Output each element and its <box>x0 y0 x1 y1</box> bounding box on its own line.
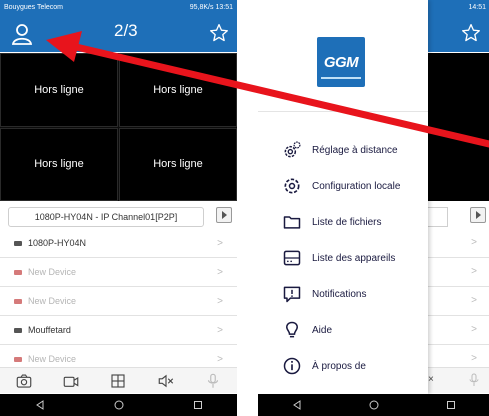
menu-item-label: Configuration locale <box>312 180 401 192</box>
device-icon <box>14 240 22 246</box>
device-row[interactable]: > <box>428 316 489 345</box>
microphone-icon[interactable] <box>204 372 222 390</box>
status-bar: 14:51 <box>428 0 489 14</box>
device-row[interactable]: > <box>428 229 489 258</box>
device-list: > > > > > <box>428 229 489 374</box>
record-icon[interactable] <box>62 372 80 390</box>
chevron-right-icon: > <box>471 237 477 248</box>
logo-stripe <box>321 77 361 79</box>
back-icon[interactable] <box>35 400 45 410</box>
menu-item-file-list[interactable]: Liste de fichiers <box>282 204 400 240</box>
device-icon <box>14 327 22 333</box>
mute-icon[interactable] <box>157 372 175 390</box>
bottom-toolbar: × <box>428 367 489 393</box>
menu-item-remote-settings[interactable]: Réglage à distance <box>282 132 400 168</box>
chevron-right-icon: > <box>217 237 223 249</box>
gear-icon <box>284 178 300 194</box>
device-icon <box>14 298 22 304</box>
camera-icon[interactable] <box>15 372 33 390</box>
video-cell[interactable]: Hors ligne <box>0 53 118 127</box>
brand-logo: GGM <box>317 37 365 87</box>
carrier-label: Bouygues Telecom <box>4 3 64 11</box>
status-time: 13:51 <box>215 3 233 11</box>
home-icon[interactable] <box>369 400 379 410</box>
channel-selector[interactable] <box>428 207 448 227</box>
chevron-right-icon: > <box>217 295 223 307</box>
chevron-right-icon: > <box>217 266 223 278</box>
app-header <box>428 14 489 52</box>
system-nav-bar <box>258 394 489 416</box>
menu-item-label: À propos de <box>312 360 366 372</box>
left-phone-screen: Bouygues Telecom 95,8K/s 13:51 2/3 Hors … <box>0 0 237 416</box>
device-name: 1080P-HY04N <box>28 238 87 248</box>
microphone-icon[interactable] <box>466 372 482 388</box>
menu-item-label: Réglage à distance <box>312 144 398 156</box>
home-icon[interactable] <box>114 400 124 410</box>
recents-icon[interactable] <box>446 400 456 410</box>
play-button[interactable] <box>470 207 486 223</box>
device-icon <box>14 356 22 362</box>
menu-item-label: Aide <box>312 324 333 336</box>
device-row[interactable]: 1080P-HY04N > <box>0 229 237 258</box>
status-right: 95,8K/s 13:51 <box>189 3 233 11</box>
device-row[interactable]: > <box>428 258 489 287</box>
device-name: New Device <box>28 267 77 277</box>
device-row[interactable]: New Device > <box>0 287 237 316</box>
play-button[interactable] <box>216 207 232 223</box>
app-header: 2/3 <box>0 14 237 52</box>
menu-item-label: Liste de fichiers <box>312 216 382 228</box>
video-cell[interactable]: Hors ligne <box>119 127 237 201</box>
lightbulb-icon <box>286 321 298 338</box>
star-icon[interactable] <box>461 23 481 43</box>
user-icon[interactable] <box>10 22 34 46</box>
system-nav-bar <box>0 394 237 416</box>
recents-icon[interactable] <box>193 400 203 410</box>
device-row[interactable]: Mouffetard > <box>0 316 237 345</box>
screenshot-stage: Bouygues Telecom 95,8K/s 13:51 2/3 Hors … <box>0 0 489 416</box>
device-icon <box>14 269 22 275</box>
menu-item-local-config[interactable]: Configuration locale <box>282 168 400 204</box>
video-cell[interactable]: Hors ligne <box>0 127 118 201</box>
device-list: 1080P-HY04N > New Device > New Device > … <box>0 229 237 374</box>
chevron-right-icon: > <box>217 324 223 336</box>
status-time: 14:51 <box>468 3 486 11</box>
device-name: New Device <box>28 354 77 364</box>
device-row[interactable]: > <box>428 287 489 316</box>
device-row[interactable]: New Device > <box>0 258 237 287</box>
right-phone-screen: 14:51 > > > > > × GGM Réglage à distance… <box>258 0 489 416</box>
menu-item-help[interactable]: Aide <box>282 312 400 348</box>
chevron-right-icon: > <box>471 295 477 306</box>
video-cell[interactable]: Hors ligne <box>119 53 237 127</box>
star-icon[interactable] <box>209 23 229 43</box>
page-counter: 2/3 <box>114 21 138 40</box>
close-icon[interactable]: × <box>428 374 434 385</box>
chevron-right-icon: > <box>471 324 477 335</box>
folder-icon <box>283 216 301 229</box>
device-name: Mouffetard <box>28 325 71 335</box>
logo-text: GGM <box>323 53 359 71</box>
divider <box>258 111 428 112</box>
video-grid: Hors ligne Hors ligne Hors ligne Hors li… <box>0 53 237 201</box>
back-icon[interactable] <box>292 400 302 410</box>
device-name: New Device <box>28 296 77 306</box>
navigation-drawer: GGM Réglage à distance Configuration loc… <box>258 0 428 394</box>
notification-icon <box>283 286 301 303</box>
status-bar: Bouygues Telecom 95,8K/s 13:51 <box>0 0 237 14</box>
chevron-right-icon: > <box>217 353 223 365</box>
grid-icon[interactable] <box>109 372 127 390</box>
video-grid <box>428 53 489 201</box>
chevron-right-icon: > <box>471 353 477 364</box>
info-icon <box>283 357 301 375</box>
menu-item-device-list[interactable]: Liste des appareils <box>282 240 400 276</box>
menu-item-notifications[interactable]: Notifications <box>282 276 400 312</box>
device-icon <box>283 250 301 266</box>
bottom-toolbar <box>0 367 237 393</box>
drawer-menu: Réglage à distance Configuration locale … <box>282 132 400 384</box>
menu-item-about[interactable]: À propos de <box>282 348 400 384</box>
gear-double-icon <box>284 141 301 158</box>
channel-selector[interactable]: 1080P-HY04N - IP Channel01[P2P] <box>8 207 204 227</box>
menu-item-label: Liste des appareils <box>312 252 396 264</box>
menu-item-label: Notifications <box>312 288 367 300</box>
chevron-right-icon: > <box>471 266 477 277</box>
